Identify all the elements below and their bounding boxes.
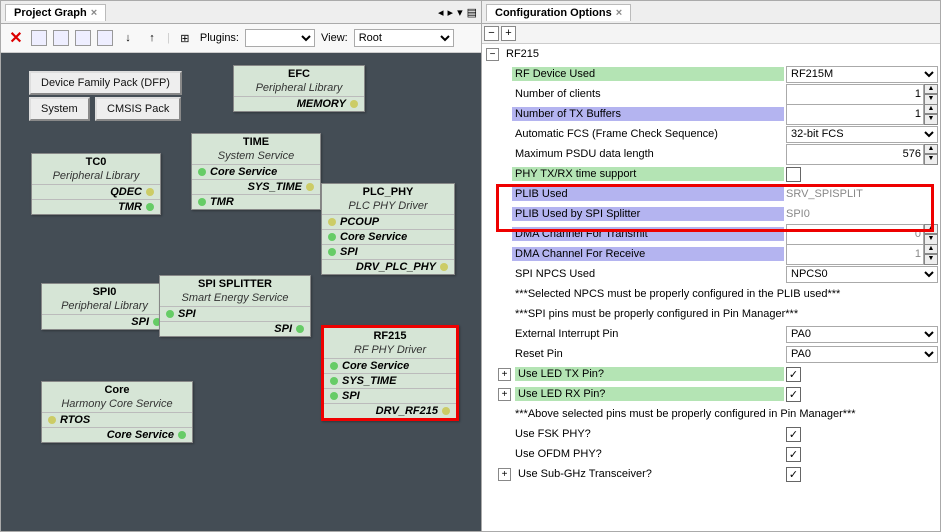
- spin-up-icon[interactable]: ▲: [924, 244, 938, 255]
- node-spi-splitter[interactable]: SPI SPLITTER Smart Energy Service SPI SP…: [159, 275, 311, 337]
- row-dma-rx[interactable]: DMA Channel For Receive: [512, 247, 784, 261]
- toggle-icon[interactable]: +: [498, 468, 511, 481]
- view-select[interactable]: Root: [354, 29, 454, 47]
- config-tabbar: Configuration Options ×: [482, 1, 940, 24]
- graph-toolbar: ✕ ↓ ↑ | ⊞ Plugins: View: Root: [1, 24, 481, 53]
- num-clients-input[interactable]: [786, 84, 924, 105]
- use-ofdm-checkbox[interactable]: ✓: [786, 447, 801, 462]
- tab-label: Configuration Options: [495, 7, 612, 19]
- row-phy-txrx[interactable]: PHY TX/RX time support: [512, 167, 784, 181]
- row-rf-device[interactable]: RF Device Used: [512, 67, 784, 81]
- row-reset-pin[interactable]: Reset Pin: [512, 347, 784, 361]
- row-use-subghz[interactable]: Use Sub-GHz Transceiver?: [515, 467, 784, 481]
- spin-down-icon[interactable]: ▼: [924, 114, 938, 125]
- btn-dfp[interactable]: Device Family Pack (DFP): [29, 71, 182, 95]
- close-icon[interactable]: ×: [91, 7, 97, 19]
- panel-menu-icon[interactable]: ▤: [467, 6, 477, 19]
- tab-project-graph[interactable]: Project Graph ×: [5, 4, 106, 21]
- node-core[interactable]: Core Harmony Core Service RTOS Core Serv…: [41, 381, 193, 443]
- toggle-icon[interactable]: +: [498, 368, 511, 381]
- spin-up-icon[interactable]: ▲: [924, 104, 938, 115]
- toggle-icon[interactable]: −: [486, 48, 499, 61]
- btn-cmsis[interactable]: CMSIS Pack: [95, 97, 181, 121]
- plugin-icon[interactable]: ⊞: [176, 29, 194, 47]
- row-led-tx[interactable]: Use LED TX Pin?: [515, 367, 784, 381]
- collapse-all-icon[interactable]: −: [484, 26, 499, 41]
- spi-npcs-select[interactable]: NPCS0: [786, 266, 938, 283]
- ext-int-select[interactable]: PA0: [786, 326, 938, 343]
- max-psdu-input[interactable]: [786, 144, 924, 165]
- node-tc0[interactable]: TC0 Peripheral Library QDEC TMR: [31, 153, 161, 215]
- node-efc[interactable]: EFC Peripheral Library MEMORY: [233, 65, 365, 112]
- row-num-clients[interactable]: Number of clients: [512, 87, 784, 101]
- row-plib-spi[interactable]: PLIB Used by SPI Splitter: [512, 207, 784, 221]
- project-graph-tabbar: Project Graph × ◂ ▸ ▾ ▤: [1, 1, 481, 24]
- nav-left-icon[interactable]: ◂: [438, 6, 444, 19]
- close-icon[interactable]: ×: [616, 7, 622, 19]
- note-npcs: ***Selected NPCS must be properly config…: [512, 287, 940, 301]
- tab-label: Project Graph: [14, 7, 87, 19]
- num-tx-input[interactable]: [786, 104, 924, 125]
- dma-tx-input: [786, 224, 924, 245]
- tool-btn-4[interactable]: [97, 30, 113, 46]
- rf-device-select[interactable]: RF215M: [786, 66, 938, 83]
- tab-config-options[interactable]: Configuration Options ×: [486, 4, 631, 21]
- node-spi0[interactable]: SPI0 Peripheral Library SPI: [41, 283, 168, 330]
- nav-right-icon[interactable]: ▸: [448, 6, 454, 19]
- reset-pin-select[interactable]: PA0: [786, 346, 938, 363]
- spin-down-icon[interactable]: ▼: [924, 154, 938, 165]
- plugins-select[interactable]: [245, 29, 315, 47]
- spin-down-icon[interactable]: ▼: [924, 254, 938, 265]
- dma-rx-input: [786, 244, 924, 265]
- spin-up-icon[interactable]: ▲: [924, 144, 938, 155]
- delete-icon[interactable]: ✕: [7, 29, 25, 47]
- row-max-psdu[interactable]: Maximum PSDU data length: [512, 147, 784, 161]
- led-rx-checkbox[interactable]: ✓: [786, 387, 801, 402]
- plugins-label: Plugins:: [200, 32, 239, 44]
- expand-all-icon[interactable]: +: [501, 26, 516, 41]
- tree-toolbar: − +: [482, 24, 940, 44]
- spin-up-icon[interactable]: ▲: [924, 224, 938, 235]
- note-spi-pins: ***SPI pins must be properly configured …: [512, 307, 940, 321]
- node-plc-phy[interactable]: PLC_PHY PLC PHY Driver PCOUP Core Servic…: [321, 183, 455, 275]
- config-tree: −RF215 RF Device UsedRF215M Number of cl…: [482, 44, 940, 531]
- node-subtitle: Peripheral Library: [234, 82, 364, 96]
- auto-fcs-select[interactable]: 32-bit FCS: [786, 126, 938, 143]
- row-num-tx[interactable]: Number of TX Buffers: [512, 107, 784, 121]
- view-label: View:: [321, 32, 348, 44]
- spin-up-icon[interactable]: ▲: [924, 84, 938, 95]
- arrow-down-icon[interactable]: ↓: [119, 29, 137, 47]
- arrow-up-icon[interactable]: ↑: [143, 29, 161, 47]
- tool-btn-2[interactable]: [53, 30, 69, 46]
- row-dma-tx[interactable]: DMA Channel For Transmit: [512, 227, 784, 241]
- phy-txrx-checkbox[interactable]: [786, 167, 801, 182]
- row-plib-used[interactable]: PLIB Used: [512, 187, 784, 201]
- plib-spi-value: SPI0: [786, 208, 810, 220]
- tool-btn-1[interactable]: [31, 30, 47, 46]
- node-time[interactable]: TIME System Service Core Service SYS_TIM…: [191, 133, 321, 210]
- toggle-icon[interactable]: +: [498, 388, 511, 401]
- plib-used-value: SRV_SPISPLIT: [786, 188, 863, 200]
- btn-system[interactable]: System: [29, 97, 90, 121]
- use-subghz-checkbox[interactable]: ✓: [786, 467, 801, 482]
- node-title: EFC: [234, 66, 364, 82]
- use-fsk-checkbox[interactable]: ✓: [786, 427, 801, 442]
- project-graph-canvas[interactable]: Device Family Pack (DFP) System CMSIS Pa…: [1, 53, 481, 531]
- tool-btn-3[interactable]: [75, 30, 91, 46]
- row-auto-fcs[interactable]: Automatic FCS (Frame Check Sequence): [512, 127, 784, 141]
- row-use-fsk[interactable]: Use FSK PHY?: [512, 427, 784, 441]
- row-led-rx[interactable]: Use LED RX Pin?: [515, 387, 784, 401]
- row-use-ofdm[interactable]: Use OFDM PHY?: [512, 447, 784, 461]
- menu-down-icon[interactable]: ▾: [457, 6, 463, 19]
- node-rf215[interactable]: RF215 RF PHY Driver Core Service SYS_TIM…: [321, 325, 459, 421]
- row-ext-int[interactable]: External Interrupt Pin: [512, 327, 784, 341]
- tree-root[interactable]: RF215: [503, 47, 940, 61]
- note-pins: ***Above selected pins must be properly …: [512, 407, 940, 421]
- row-spi-npcs[interactable]: SPI NPCS Used: [512, 267, 784, 281]
- led-tx-checkbox[interactable]: ✓: [786, 367, 801, 382]
